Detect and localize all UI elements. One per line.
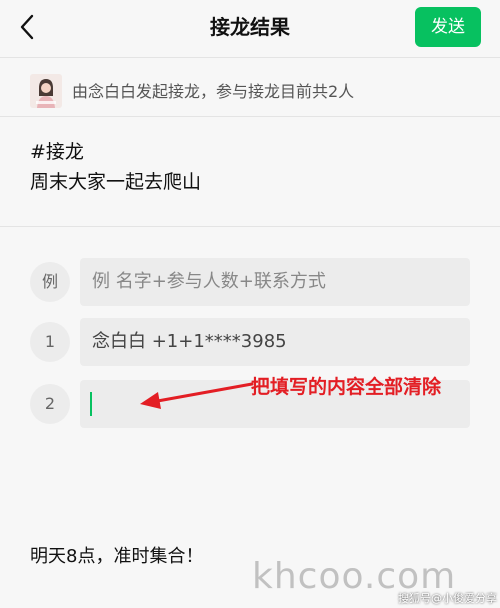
entry-input[interactable]: 念白白 +1+1****3985 bbox=[80, 318, 470, 366]
annotation-label: 把填写的内容全部清除 bbox=[251, 376, 442, 398]
subject-text: 周末大家一起去爬山 bbox=[30, 171, 202, 193]
initiator-text: 由念白白发起接龙，参与接龙目前共2人 bbox=[72, 82, 355, 101]
text-cursor bbox=[90, 392, 92, 416]
entry-index: 2 bbox=[30, 384, 70, 424]
footer-note: 明天8点，准时集合！ bbox=[30, 546, 204, 567]
top-bar: 接龙结果 发送 bbox=[0, 0, 500, 56]
entry-index: 1 bbox=[30, 322, 70, 362]
entry-index: 例 bbox=[30, 262, 70, 302]
example-field: 例 名字+参与人数+联系方式 bbox=[80, 258, 470, 306]
divider bbox=[0, 116, 500, 117]
initiator-row: 由念白白发起接龙，参与接龙目前共2人 bbox=[30, 72, 490, 112]
example-row: 例 例 名字+参与人数+联系方式 bbox=[30, 258, 470, 306]
divider bbox=[0, 57, 500, 58]
entry-row: 1 念白白 +1+1****3985 bbox=[30, 318, 470, 366]
jielong-subject: #接龙 周末大家一起去爬山 bbox=[30, 137, 201, 197]
subject-tag: #接龙 bbox=[30, 141, 84, 163]
source-credit: 搜狐号@小俊爱分享 bbox=[398, 592, 497, 605]
avatar bbox=[30, 74, 62, 108]
divider bbox=[0, 226, 500, 227]
send-button[interactable]: 发送 bbox=[415, 7, 481, 47]
annotation-arrow-icon bbox=[140, 382, 254, 409]
